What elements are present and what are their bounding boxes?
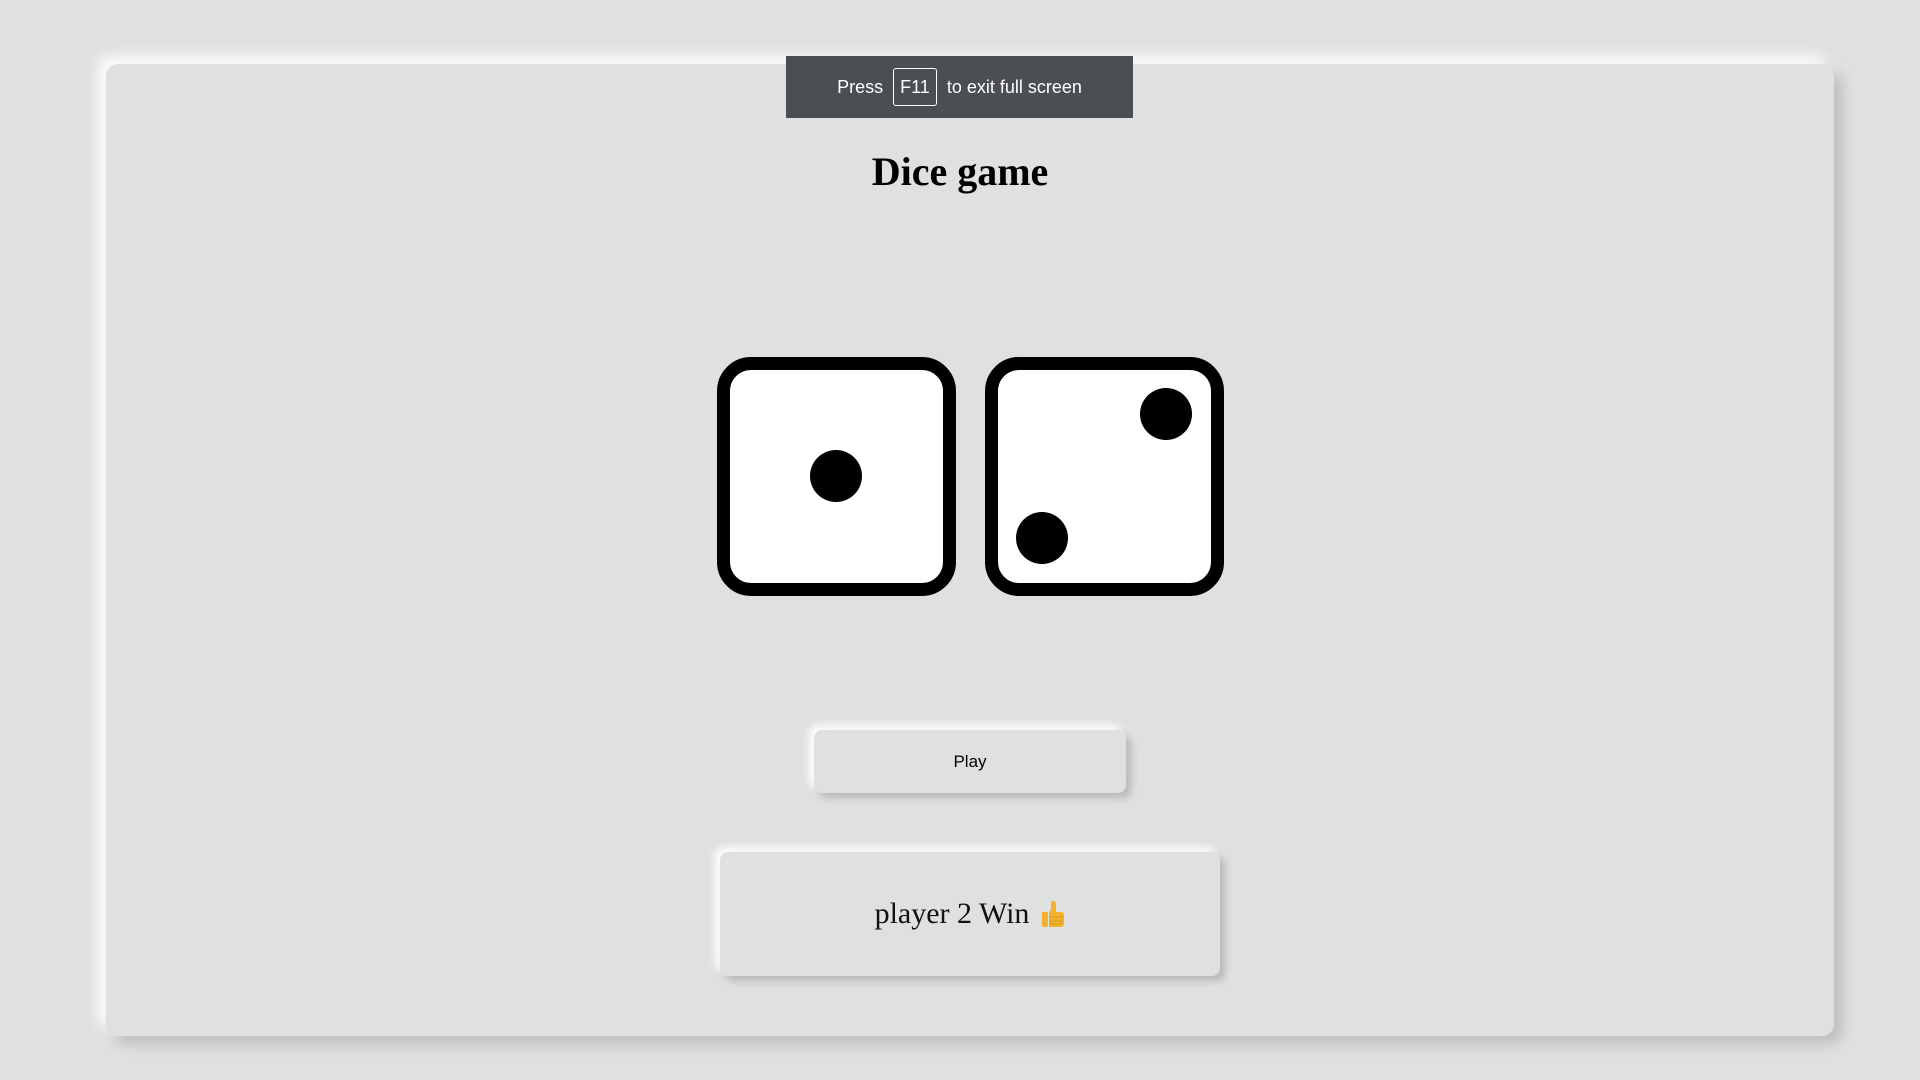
fullscreen-key: F11 — [893, 68, 937, 106]
die-pip — [1140, 388, 1192, 440]
fullscreen-notice: Press F11 to exit full screen — [786, 56, 1133, 118]
die-pip — [1016, 512, 1068, 564]
result-text: player 2 Win — [874, 897, 1030, 930]
die-player-1 — [717, 357, 956, 596]
result-panel: player 2 Win — [720, 852, 1220, 976]
play-button[interactable]: Play — [814, 730, 1126, 793]
die-pip — [810, 450, 862, 502]
die-player-2 — [985, 357, 1224, 596]
thumbs-up-icon — [1041, 899, 1065, 929]
page-title: Dice game — [871, 149, 1049, 194]
fullscreen-press-text: Press — [837, 76, 884, 97]
fullscreen-message: to exit full screen — [946, 76, 1082, 97]
